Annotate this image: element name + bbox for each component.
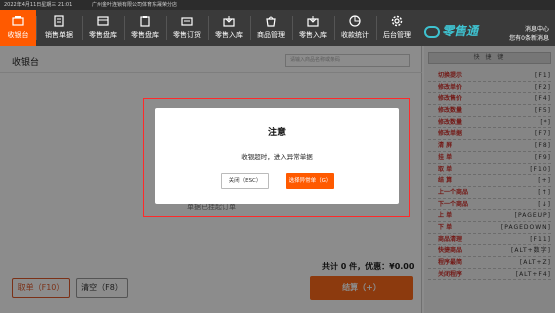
clipboard-icon [140,16,150,27]
nav-label: 零售盘库 [131,31,159,39]
nav-label: 后台管理 [383,31,411,39]
title-bar: 2022年4月11日星期三 21:01 广州金叶连锁有限公司体育东晟荣分店 [0,0,555,10]
stock-in-icon [307,16,319,27]
divider [82,16,83,40]
nav-item-backend-admin[interactable]: 后台管理 [378,10,416,46]
message-center[interactable]: 消息中心 您有0条新消息 [509,25,549,43]
brand-name: 零售通 [442,24,479,38]
nav-label: 零售订货 [173,31,201,39]
company-name: 广州金叶连锁有限公司体育东晟荣分店 [92,2,178,8]
order-icon [181,17,193,26]
nav-label: 销售单据 [45,31,73,39]
notice-dialog: 注意 收银超时，进入异常单据 关闭（ESC） 选择异常单（G） [155,108,399,204]
dialog-select-exception-button[interactable]: 选择异常单（G） [286,173,334,189]
statistics-icon [349,15,361,27]
receipt-icon [54,15,64,27]
divider [36,16,37,40]
divider [334,16,335,40]
nav-item-payment-stats[interactable]: 收款统计 [336,10,374,46]
divider [124,16,125,40]
nav-item-cashier[interactable]: 收银台 [0,10,36,46]
brand-badge-icon [424,25,440,38]
divider [166,16,167,40]
nav-label: 零售盘库 [89,31,117,39]
message-count: 您有0条新消息 [509,35,549,42]
nav-label: 商品管理 [257,31,285,39]
nav-label: 零售入库 [299,31,327,39]
divider [292,16,293,40]
cashier-icon [12,16,24,26]
divider [208,16,209,40]
nav-label: 零售入库 [215,31,243,39]
divider [376,16,377,40]
stock-in-icon [223,16,235,27]
nav-item-retail-inventory-2[interactable]: 零售盘库 [126,10,164,46]
main-nav: 收银台 销售单据 零售盘库 零售盘库 零售订货 零售入库 商品管理 零售入库 收… [0,10,555,46]
nav-item-retail-stock-in[interactable]: 零售入库 [210,10,248,46]
nav-item-retail-order[interactable]: 零售订货 [168,10,206,46]
goods-icon [266,16,276,27]
dialog-close-button[interactable]: 关闭（ESC） [221,173,269,189]
nav-item-sales-receipts[interactable]: 销售单据 [40,10,78,46]
brand-logo: 零售通 [424,22,478,39]
datetime: 2022年4月11日星期三 21:01 [4,2,73,8]
dialog-message: 收银超时，进入异常单据 [241,153,313,161]
inventory-icon [97,16,109,26]
message-center-title: 消息中心 [524,26,549,33]
nav-item-retail-inventory[interactable]: 零售盘库 [84,10,122,46]
nav-label: 收款统计 [341,31,369,39]
nav-item-goods-management[interactable]: 商品管理 [252,10,290,46]
gear-icon [391,15,403,27]
nav-label: 收银台 [7,31,29,39]
divider [250,16,251,40]
nav-item-retail-stock-in-2[interactable]: 零售入库 [294,10,332,46]
dialog-title: 注意 [267,128,286,138]
